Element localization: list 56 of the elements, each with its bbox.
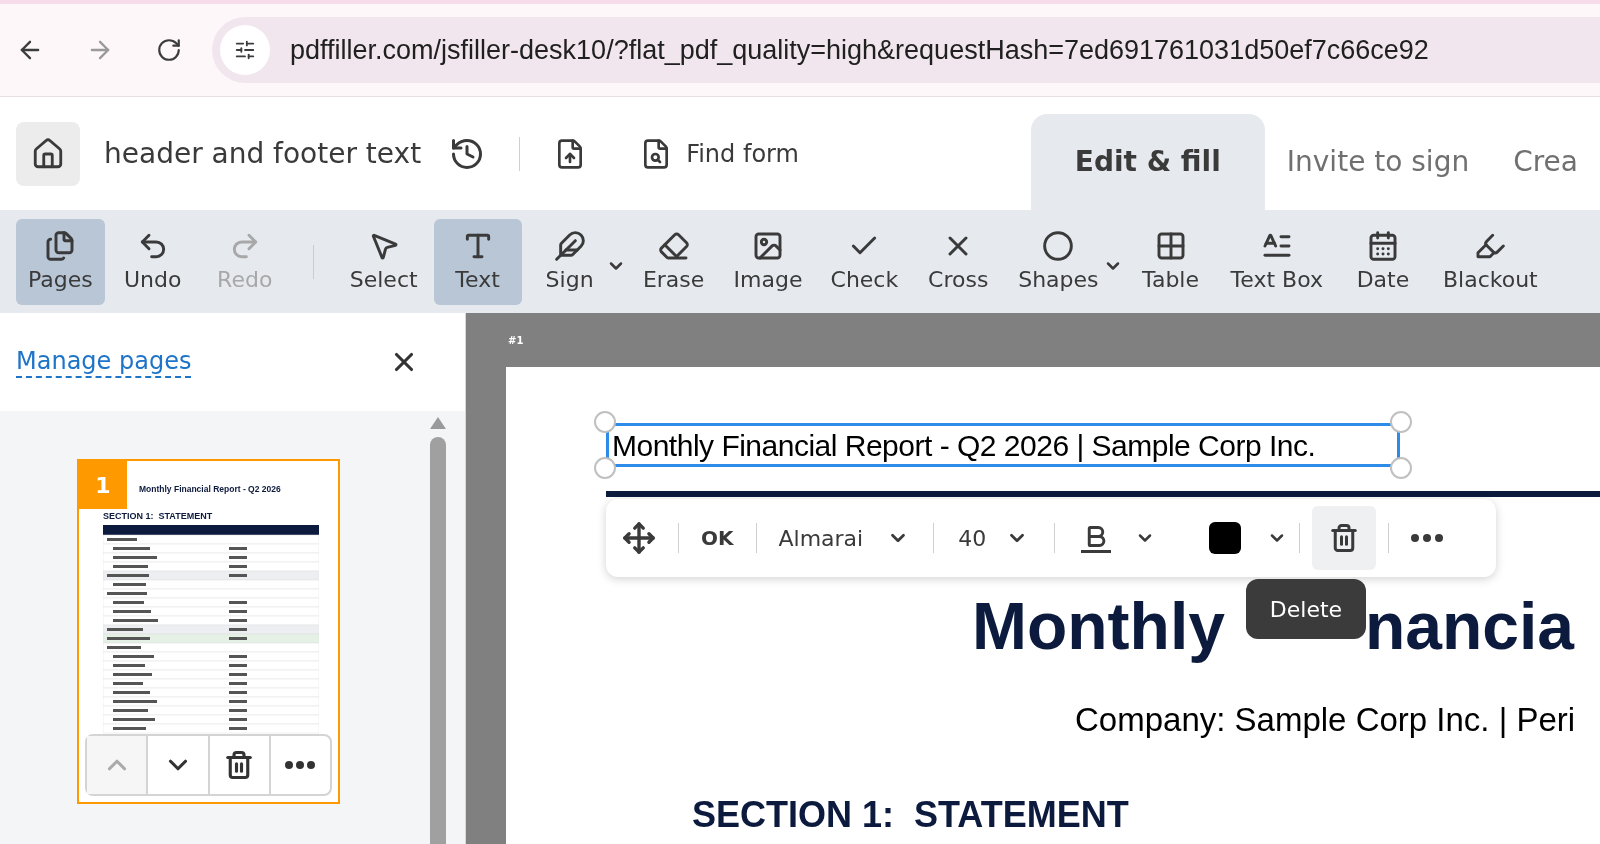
toolbar-button[interactable]: Table <box>1126 218 1215 305</box>
tooltip: Delete <box>1246 579 1366 639</box>
toolbar-button[interactable]: Undo <box>108 218 197 305</box>
feather-icon <box>553 229 586 262</box>
company-line: Company: Sample Corp Inc. | Peri <box>1075 700 1577 740</box>
settings-icon <box>234 39 256 61</box>
page-thumbnail[interactable]: 1 Monthly Financial Report - Q2 2026 SECTION 1: STATEMENT <box>77 459 340 804</box>
header-text: Monthly Financial Report - Q2 2026 | Sample Corp Inc. <box>611 427 1316 464</box>
toolbar-button[interactable]: Shapes <box>1006 218 1111 305</box>
tab[interactable]: Invite to sign <box>1264 114 1492 210</box>
scroll-up-icon[interactable] <box>430 417 446 429</box>
toolbar-button[interactable]: Check <box>818 218 911 305</box>
page-number-badge: 1 <box>79 461 127 509</box>
toolbar-button[interactable]: Cross <box>914 218 1003 305</box>
delete-button[interactable] <box>1312 506 1377 570</box>
trash-icon <box>224 750 255 780</box>
toolbar-button[interactable]: Sign <box>525 218 614 305</box>
toolbar-button[interactable]: Pages <box>16 218 105 305</box>
ok-button[interactable]: OK <box>701 523 734 553</box>
more-icon <box>285 761 316 769</box>
resize-handle[interactable] <box>594 457 616 479</box>
trash-icon <box>1329 523 1360 553</box>
address-bar[interactable]: pdffiller.com/jsfiller-desk10/?flat_pdf_quality=high&requestHash=7ed691761031d50ef7c66ce92 <box>212 17 1600 83</box>
toolbar-button[interactable]: Select <box>337 218 430 305</box>
url-text: pdffiller.com/jsfiller-desk10/?flat_pdf_quality=high&requestHash=7ed691761031d50ef7c66ce92 <box>290 33 1429 67</box>
scrollbar-thumb[interactable] <box>430 437 446 844</box>
find-form-button[interactable]: Find form <box>640 135 799 172</box>
reload-icon[interactable] <box>156 37 182 63</box>
toolbar-button[interactable]: Date <box>1338 218 1427 305</box>
toolbar-button[interactable]: Text Box <box>1218 218 1335 305</box>
site-info-button[interactable] <box>220 25 270 75</box>
document-heading: nancia <box>1364 593 1575 659</box>
circle-icon <box>1042 229 1075 262</box>
resize-handle[interactable] <box>1390 411 1412 433</box>
home-button[interactable] <box>16 121 80 186</box>
manage-pages-link[interactable]: Manage pages <box>16 346 192 378</box>
toolbar-button[interactable]: Blackout <box>1430 218 1550 305</box>
toolbar-button[interactable]: Erase <box>629 218 718 305</box>
toolbar-button[interactable]: Text <box>433 218 522 305</box>
tab[interactable]: Edit & fill <box>1030 114 1265 210</box>
font-dropdown[interactable]: Almarai <box>778 521 910 555</box>
selected-text-field[interactable]: Monthly Financial Report - Q2 2026 | Sample Corp Inc. <box>606 423 1400 467</box>
more-icon[interactable] <box>1411 534 1444 542</box>
section-heading: SECTION 1: STATEMENT <box>692 796 1130 833</box>
tab[interactable]: Crea <box>1491 114 1600 210</box>
home-icon <box>31 136 65 171</box>
resize-handle[interactable] <box>1390 457 1412 479</box>
move-icon[interactable] <box>622 521 656 555</box>
document-title[interactable]: header and footer text <box>104 132 422 175</box>
font-size-dropdown[interactable]: 40 <box>958 521 1029 555</box>
toolbar-button[interactable]: Image <box>721 218 815 305</box>
thumbnail-section: SECTION 1: STATEMENT <box>103 509 318 524</box>
page-label: #1 <box>507 333 525 348</box>
resize-handle[interactable] <box>594 411 616 433</box>
bold-icon <box>1081 523 1112 553</box>
thumbnail-title: Monthly Financial Report - Q2 2026 <box>138 483 282 496</box>
